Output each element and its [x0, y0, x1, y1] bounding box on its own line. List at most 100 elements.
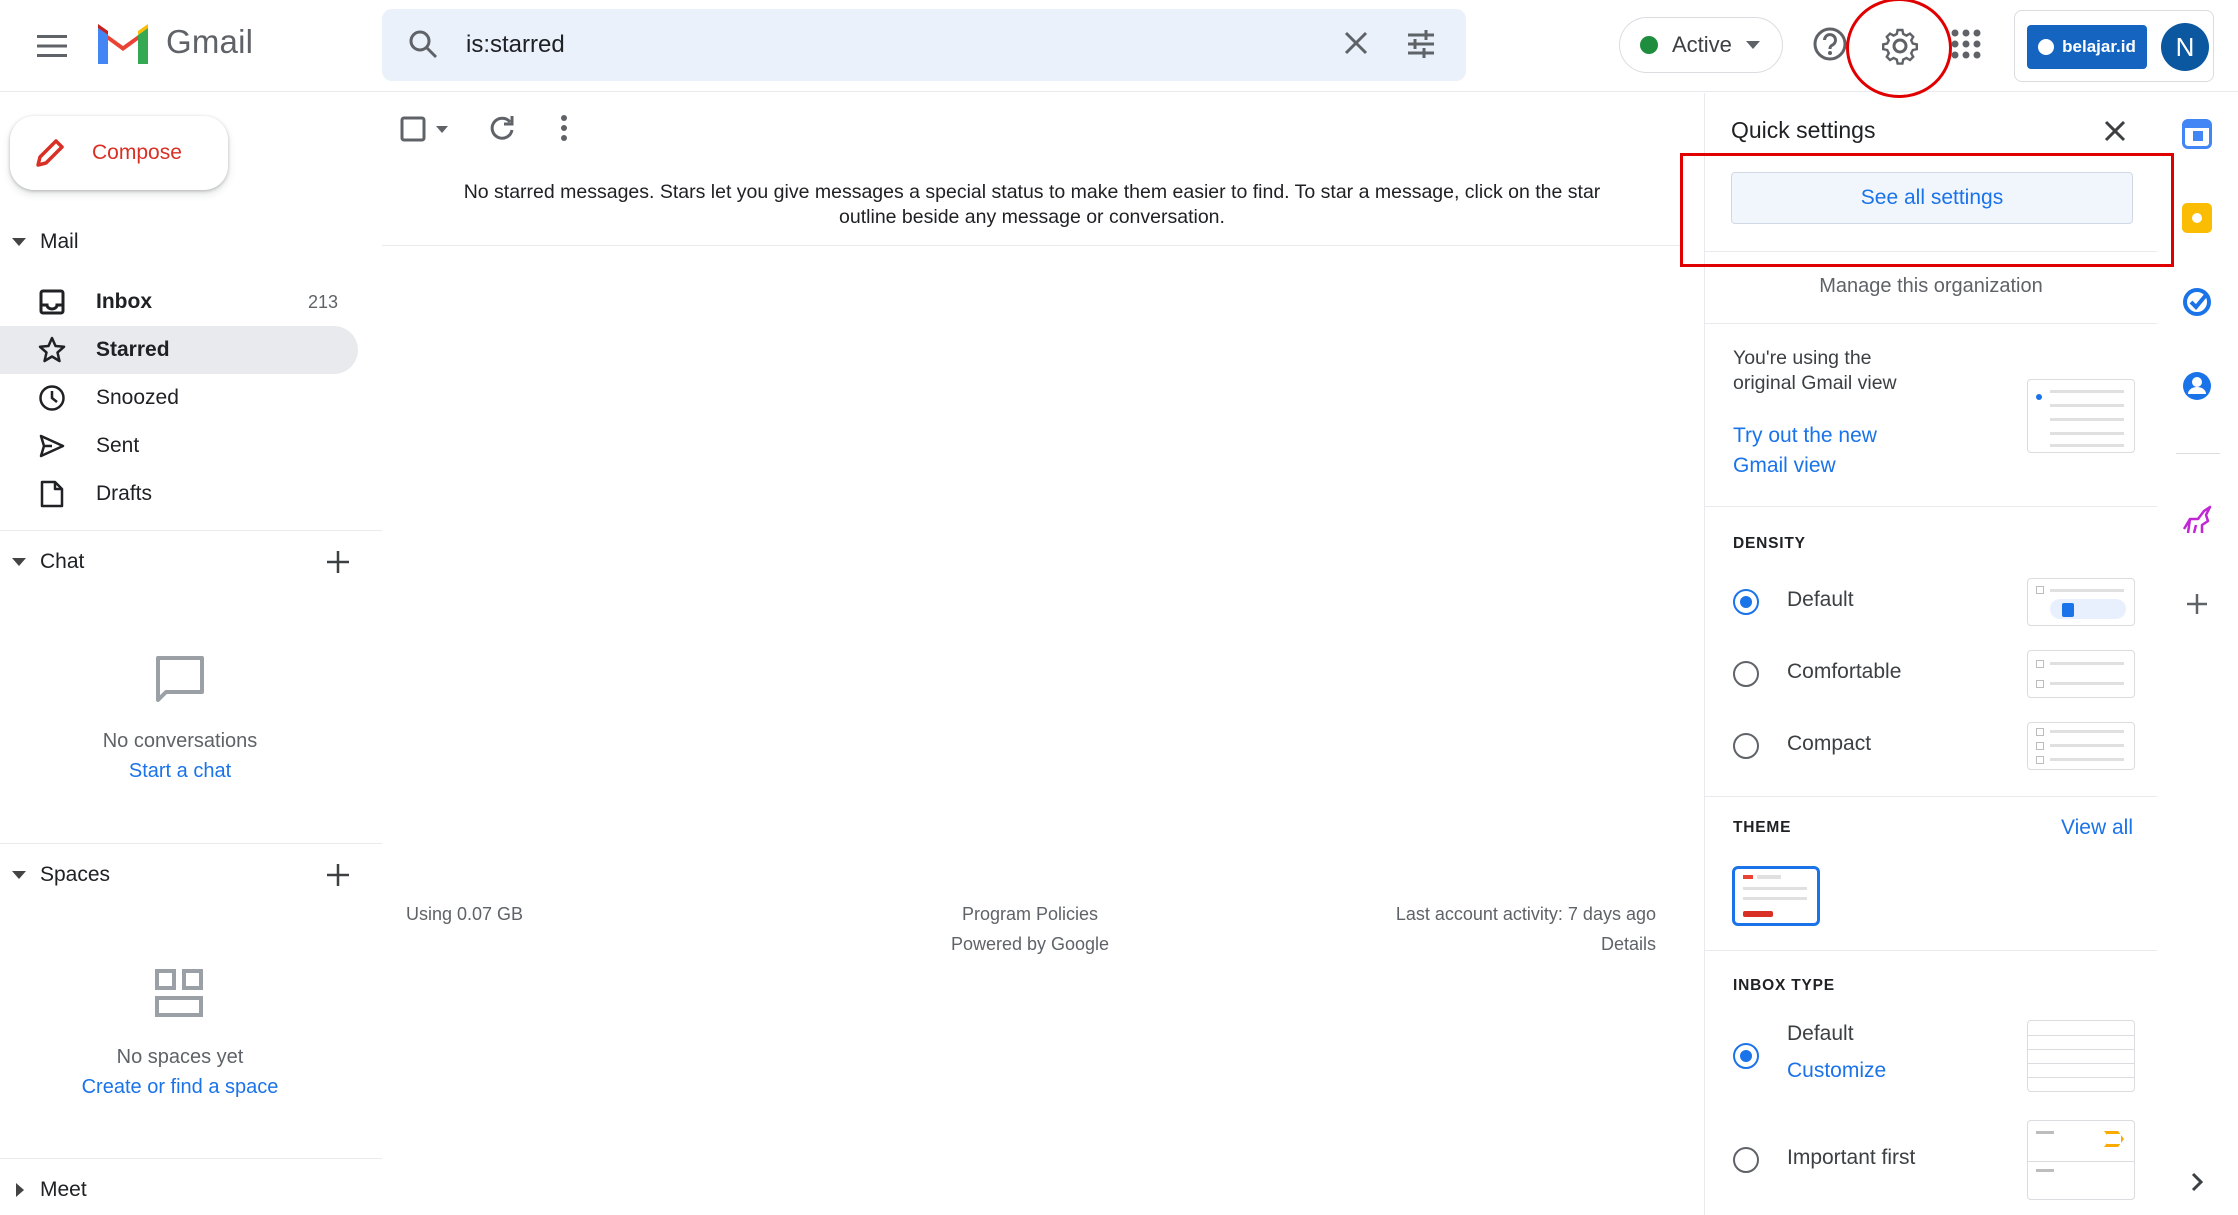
search-options-icon[interactable]: [1406, 29, 1436, 59]
spaces-section-label: Spaces: [40, 863, 111, 886]
sidebar-item-drafts[interactable]: Drafts: [0, 470, 358, 518]
status-label: Active: [1672, 32, 1732, 57]
panel-divider: [1705, 950, 2157, 951]
density-compact-radio[interactable]: [1733, 733, 1759, 759]
inbox-default-radio[interactable]: [1733, 1043, 1759, 1069]
sidebar-item-inbox[interactable]: Inbox 213: [0, 278, 358, 326]
manage-organization-link[interactable]: Manage this organization: [1705, 275, 2157, 298]
chat-empty-text: No conversations: [102, 730, 258, 752]
search-input[interactable]: [466, 23, 1306, 67]
inbox-important-radio[interactable]: [1733, 1147, 1759, 1173]
new-space-plus-icon[interactable]: [326, 863, 350, 887]
details-link[interactable]: Details: [1256, 929, 1656, 959]
more-vert-icon[interactable]: [556, 114, 572, 142]
pencil-icon: [36, 139, 64, 167]
clock-icon: [38, 384, 66, 412]
clear-search-icon[interactable]: [1342, 29, 1370, 57]
addon-unicorn-icon[interactable]: [2180, 505, 2214, 537]
storage-usage[interactable]: Using 0.07 GB: [406, 899, 523, 929]
avatar[interactable]: N: [2161, 23, 2209, 71]
view-notice-line: original Gmail view: [1733, 372, 1897, 394]
gmail-wordmark: Gmail: [166, 23, 254, 60]
empty-message-line: outline beside any message or conversati…: [839, 206, 1225, 228]
apps-grid-icon[interactable]: [1950, 28, 1982, 60]
find-space-link[interactable]: Create or find a space: [0, 1076, 360, 1099]
draft-file-icon: [38, 480, 66, 508]
account-switcher[interactable]: belajar.id N: [2014, 10, 2214, 82]
panel-divider: [1705, 796, 2157, 797]
inbox-default-label[interactable]: Default: [1787, 1022, 1854, 1046]
theme-view-all-link[interactable]: View all: [2023, 813, 2133, 843]
chat-section-label: Chat: [40, 550, 85, 573]
caret-down-icon: [12, 238, 26, 246]
chat-section-toggle[interactable]: Chat: [12, 550, 84, 574]
inbox-customize-link[interactable]: Customize: [1787, 1056, 1886, 1086]
inbox-type-heading: INBOX TYPE: [1733, 977, 1835, 994]
empty-starred-message: No starred messages. Stars let you give …: [382, 164, 1682, 246]
sidebar-item-sent[interactable]: Sent: [0, 422, 358, 470]
see-all-annotation-box: [1680, 153, 2174, 267]
theme-thumbnail[interactable]: [1732, 866, 1820, 926]
status-dot: [1640, 36, 1658, 54]
start-chat-link[interactable]: Start a chat: [0, 760, 360, 783]
status-selector[interactable]: Active: [1619, 17, 1783, 73]
inbox-default-thumbnail: [2027, 1020, 2135, 1092]
contacts-icon[interactable]: [2182, 371, 2212, 401]
density-comfortable-label[interactable]: Comfortable: [1787, 660, 1901, 684]
density-heading: DENSITY: [1733, 535, 1806, 552]
chevron-right-icon[interactable]: [2190, 1171, 2204, 1193]
refresh-icon[interactable]: [488, 114, 516, 142]
powered-by-text: Powered by Google: [950, 934, 1110, 954]
program-policies-link[interactable]: Program Policies: [880, 899, 1180, 929]
density-compact-thumbnail: [2027, 722, 2135, 770]
compose-button[interactable]: Compose: [10, 116, 228, 190]
org-emblem-icon: [2038, 39, 2055, 55]
help-icon[interactable]: [1812, 26, 1848, 62]
sidebar-item-label: Inbox: [96, 290, 152, 313]
quick-settings-title: Quick settings: [1731, 117, 1876, 143]
sidebar-divider: [0, 1158, 382, 1159]
caret-right-icon: [16, 1183, 24, 1197]
search-icon[interactable]: [408, 29, 438, 59]
sidebar-item-label: Snoozed: [96, 386, 179, 409]
density-comfortable-radio[interactable]: [1733, 661, 1759, 687]
spaces-section-toggle[interactable]: Spaces: [12, 863, 110, 887]
inbox-important-label[interactable]: Important first: [1787, 1146, 1915, 1170]
density-default-radio[interactable]: [1733, 589, 1759, 615]
compose-label: Compose: [92, 141, 182, 164]
tasks-icon[interactable]: [2182, 287, 2212, 317]
keep-icon[interactable]: [2182, 203, 2212, 233]
send-icon: [38, 432, 66, 460]
search-bar[interactable]: [382, 9, 1466, 81]
density-default-label[interactable]: Default: [1787, 588, 1854, 612]
close-icon[interactable]: [2103, 119, 2127, 143]
sidebar-divider: [0, 843, 382, 844]
side-panel-rail: [2156, 93, 2238, 1215]
star-icon: [38, 336, 66, 364]
new-chat-plus-icon[interactable]: [326, 550, 350, 574]
spaces-empty-text: No spaces yet: [116, 1046, 244, 1068]
last-activity-text: Last account activity: 7 days ago: [1395, 904, 1656, 924]
mail-section-label: Mail: [40, 230, 79, 253]
org-logo: belajar.id: [2027, 25, 2147, 69]
calendar-icon[interactable]: [2182, 119, 2212, 149]
try-new-view-link[interactable]: Try out the new Gmail view: [1733, 421, 1877, 481]
gear-annotation-circle: [1846, 0, 1952, 98]
sidebar-item-starred[interactable]: Starred: [0, 326, 358, 374]
select-all-checkbox[interactable]: [400, 116, 426, 142]
get-addons-plus-icon[interactable]: [2186, 593, 2208, 615]
density-compact-label[interactable]: Compact: [1787, 732, 1871, 756]
gmail-logo[interactable]: Gmail: [94, 20, 253, 64]
inbox-important-thumbnail: [2027, 1120, 2135, 1200]
rail-divider: [2176, 453, 2220, 454]
main-menu-button[interactable]: [24, 22, 80, 70]
meet-section-toggle[interactable]: Meet: [12, 1178, 87, 1202]
select-menu-caret-icon[interactable]: [436, 126, 448, 133]
panel-divider: [1705, 323, 2157, 324]
empty-message-line: No starred messages. Stars let you give …: [463, 181, 1601, 203]
gmail-m-icon: [98, 24, 148, 64]
mail-section-toggle[interactable]: Mail: [12, 230, 79, 254]
theme-heading: THEME: [1733, 819, 1792, 836]
sidebar-item-snoozed[interactable]: Snoozed: [0, 374, 358, 422]
caret-down-icon: [12, 558, 26, 566]
